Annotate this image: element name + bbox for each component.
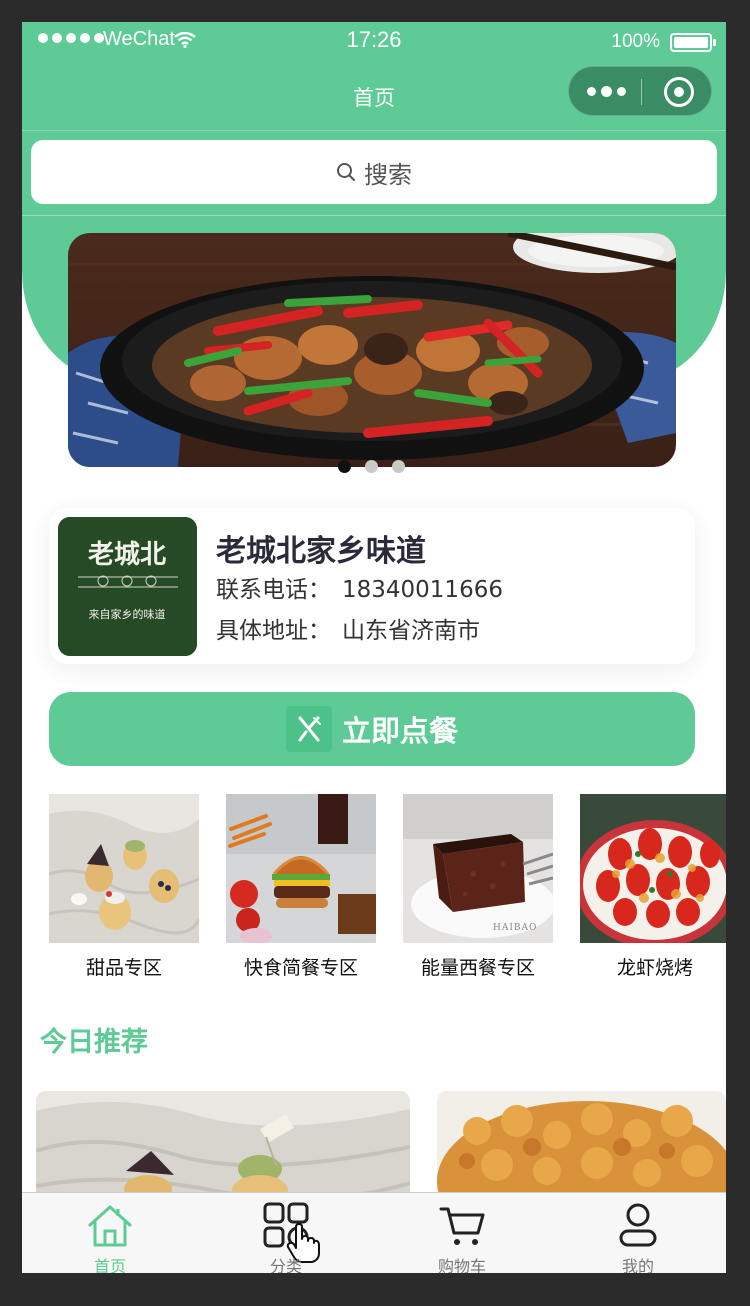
battery-icon <box>670 33 716 52</box>
store-name: 老城北家乡味道 <box>216 534 426 569</box>
capsule-divider <box>641 79 642 105</box>
burger-image <box>226 794 376 943</box>
phone-value[interactable]: 18340011666 <box>342 577 503 603</box>
tab-profile[interactable]: 我的 <box>550 1193 726 1273</box>
banner-dot[interactable] <box>338 460 351 473</box>
search-input[interactable]: 搜索 <box>31 140 717 204</box>
nav-bar: 首页 <box>22 60 726 130</box>
banner-dot[interactable] <box>365 460 378 473</box>
store-address-row: 具体地址： 山东省济南市 <box>216 611 480 645</box>
more-icon[interactable] <box>587 86 626 97</box>
claypot-dish-image <box>68 233 676 467</box>
category-label: 能量西餐专区 <box>420 957 535 979</box>
order-now-button[interactable]: 立即点餐 <box>49 692 695 766</box>
utensils-icon <box>285 706 332 752</box>
chocolate-cake-image: HAIBAO <box>403 794 553 943</box>
tab-home[interactable]: 首页 <box>22 1193 198 1273</box>
tab-label: 购物车 <box>437 1257 486 1273</box>
phone-label: 联系电话： <box>216 577 331 603</box>
banner-image[interactable] <box>68 233 676 467</box>
category-item-dessert[interactable]: 甜品专区 <box>49 794 199 980</box>
store-info-card: 老城北 来自家乡的味道 老城北家乡味道 联系电话： 18340011666 具体地… <box>49 508 695 664</box>
tab-bar: 首页 分类 购物车 我的 <box>22 1192 726 1273</box>
category-item-western[interactable]: HAIBAO 能量西餐专区 <box>403 794 553 980</box>
close-target-icon[interactable] <box>664 77 694 107</box>
order-now-label: 立即点餐 <box>341 714 458 748</box>
store-logo-art: 老城北 来自家乡的味道 <box>58 517 197 656</box>
dessert-image <box>49 794 199 943</box>
category-item-fastfood[interactable]: 快食简餐专区 <box>226 794 376 980</box>
mini-program-capsule <box>568 66 712 116</box>
category-label: 龙虾烧烤 <box>616 957 693 979</box>
logo-slogan: 来自家乡的味道 <box>89 607 166 621</box>
svg-text:HAIBAO: HAIBAO <box>493 923 537 933</box>
store-logo: 老城北 来自家乡的味道 <box>58 517 197 656</box>
status-bar: WeChat 17:26 100% <box>22 22 726 60</box>
category-item-crayfish[interactable]: 龙虾烧烤 <box>580 794 726 980</box>
home-icon <box>88 1205 132 1247</box>
recommend-card[interactable] <box>36 1091 410 1201</box>
logo-text: 老城北 <box>88 540 166 570</box>
phone-screen: WeChat 17:26 100% 首页 搜索 老城北 来自家乡的味道 老城北家… <box>22 22 726 1273</box>
category-list: 甜品专区 快食简餐专区 HAIBAO 能量西餐专区 龙虾烧烤 <box>49 794 726 984</box>
search-icon <box>337 163 355 181</box>
recommend-dessert-image <box>36 1091 410 1201</box>
store-phone-row: 联系电话： 18340011666 <box>216 570 503 604</box>
tab-label: 分类 <box>269 1257 302 1273</box>
search-placeholder: 搜索 <box>364 160 412 189</box>
recommend-fried-chicken-image <box>437 1091 726 1201</box>
search-section: 搜索 <box>22 130 726 216</box>
recommend-title: 今日推荐 <box>40 1027 148 1058</box>
recommend-card[interactable] <box>437 1091 726 1201</box>
tab-label: 首页 <box>93 1257 126 1273</box>
cart-icon <box>439 1207 485 1245</box>
tab-cart[interactable]: 购物车 <box>374 1193 550 1273</box>
tab-category[interactable]: 分类 <box>198 1193 374 1273</box>
banner-pagination[interactable] <box>338 460 405 473</box>
user-icon <box>619 1203 657 1247</box>
banner-dot[interactable] <box>392 460 405 473</box>
address-label: 具体地址： <box>216 618 331 644</box>
battery-percent: 100% <box>611 31 660 52</box>
tab-label: 我的 <box>621 1257 654 1273</box>
category-label: 快食简餐专区 <box>243 957 358 979</box>
crayfish-image <box>580 794 726 943</box>
address-value: 山东省济南市 <box>342 618 480 644</box>
category-label: 甜品专区 <box>85 957 162 979</box>
